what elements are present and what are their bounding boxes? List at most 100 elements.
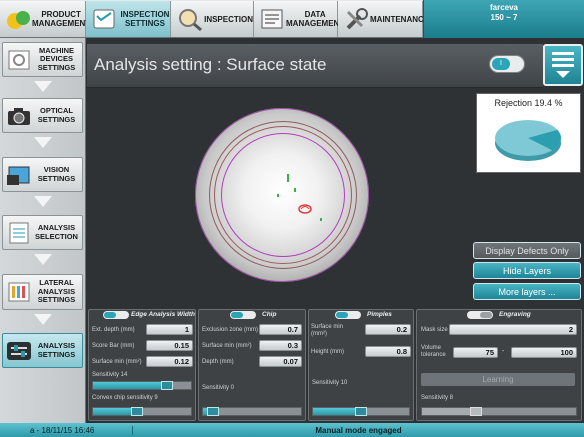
- sidebar-item-label: VISION SETTINGS: [37, 165, 76, 183]
- status-mode: Manual mode engaged: [132, 425, 584, 435]
- engraving-sensitivity-slider[interactable]: [421, 407, 577, 416]
- tab-maintenance[interactable]: MAINTENANCE: [338, 1, 429, 37]
- sensitivity-label: Sensitivity 0: [202, 385, 235, 391]
- product-icon: [4, 5, 32, 33]
- menu-icon: [552, 52, 574, 55]
- chip-toggle[interactable]: [230, 311, 256, 319]
- mask-size-input[interactable]: 2: [449, 324, 577, 335]
- field-label: Ext. depth (mm): [92, 327, 135, 333]
- field-label: Surface min (mm²): [202, 343, 252, 349]
- exclusion-zone-input[interactable]: 0.7: [259, 324, 302, 335]
- sidebar-item-optical[interactable]: OPTICAL SETTINGS: [2, 98, 83, 133]
- chevron-down-icon: [556, 71, 570, 78]
- display-defects-only-button[interactable]: Display Defects Only: [473, 242, 581, 259]
- sidebar-item-label: ANALYSIS SELECTION: [35, 223, 78, 241]
- tab-label: PRODUCT MANAGEMENT: [32, 10, 91, 28]
- panel-title: Chip: [262, 311, 277, 318]
- engraving-panel: Engraving Mask size 2 Volume tolerance 7…: [416, 309, 582, 421]
- tab-data-management[interactable]: DATA MANAGEMENT: [254, 1, 344, 37]
- sidebar: MACHINE DEVICES SETTINGS OPTICAL SETTING…: [0, 38, 86, 423]
- edge-sensitivity-slider[interactable]: [92, 381, 192, 390]
- tab-label: INSPECTION SETTINGS: [120, 10, 170, 28]
- tab-product-management[interactable]: PRODUCT MANAGEMENT: [0, 1, 90, 37]
- sidebar-item-machine-devices[interactable]: MACHINE DEVICES SETTINGS: [2, 42, 83, 77]
- flow-arrow: [34, 314, 52, 325]
- chip-panel: Chip Exclusion zone (mm) 0.7 Surface min…: [198, 309, 306, 421]
- chip-surface-min-input[interactable]: 0.3: [259, 340, 302, 351]
- ext-depth-input[interactable]: 1: [146, 324, 193, 335]
- engraving-toggle[interactable]: [467, 311, 493, 319]
- inspection-icon: [175, 5, 204, 33]
- field-label: Surface min (mm²): [311, 324, 344, 337]
- tab-label: MAINTENANCE: [370, 14, 430, 24]
- learning-button[interactable]: Learning: [421, 373, 575, 386]
- vision-icon: [5, 160, 33, 190]
- sidebar-item-analysis-settings[interactable]: ANALYSIS SETTINGS: [2, 333, 83, 368]
- range-separator: -: [502, 348, 505, 355]
- height-input[interactable]: 0.8: [365, 346, 411, 357]
- sidebar-item-label: ANALYSIS SETTINGS: [37, 341, 76, 359]
- tab-inspection[interactable]: INSPECTION: [171, 1, 254, 37]
- hide-layers-button[interactable]: Hide Layers: [473, 262, 581, 279]
- status-datetime: a - 18/11/15 16:46: [30, 425, 95, 435]
- flow-arrow: [34, 196, 52, 207]
- pimples-surface-min-input[interactable]: 0.2: [365, 324, 411, 335]
- settings-panels: Edge Analysis Width Ext. depth (mm) 1 Sc…: [87, 306, 584, 423]
- machine-icon: [5, 45, 33, 75]
- edge-analysis-panel: Edge Analysis Width Ext. depth (mm) 1 Sc…: [88, 309, 196, 421]
- volume-max-input[interactable]: 100: [511, 347, 577, 358]
- more-layers-button[interactable]: More layers ...: [473, 283, 581, 300]
- menu-button[interactable]: [543, 44, 583, 86]
- rejection-panel: Rejection 19.4 %: [476, 93, 581, 173]
- app-window: PRODUCT MANAGEMENT INSPECTION SETTINGS I…: [0, 0, 584, 437]
- user-info: farceva 150 ~ 7: [423, 0, 584, 38]
- chip-depth-input[interactable]: 0.07: [259, 356, 302, 367]
- pimples-toggle[interactable]: [335, 311, 361, 319]
- flow-arrow: [34, 254, 52, 265]
- sensitivity-label: Sensitivity 8: [421, 395, 454, 401]
- lateral-analysis-icon: [5, 277, 33, 307]
- user-value: 150 ~ 7: [490, 13, 518, 22]
- tab-inspection-settings[interactable]: INSPECTION SETTINGS: [86, 1, 171, 37]
- volume-min-input[interactable]: 75: [453, 347, 498, 358]
- field-label: Score Bar (mm): [92, 343, 135, 349]
- tab-label: INSPECTION: [204, 14, 253, 24]
- sidebar-item-label: OPTICAL SETTINGS: [37, 106, 76, 124]
- score-bar-input[interactable]: 0.15: [146, 340, 193, 351]
- defect-mark: [287, 174, 289, 182]
- defect-highlight-icon: [298, 204, 312, 214]
- rejection-label: Rejection 19.4 %: [494, 98, 563, 108]
- rejection-pie-chart: [495, 120, 561, 161]
- page-header: Analysis setting : Surface state I: [87, 44, 543, 88]
- defect-mark: [320, 218, 322, 221]
- tab-label: DATA MANAGEMENT: [286, 10, 345, 28]
- flow-arrow: [34, 137, 52, 148]
- toggle-knob: I: [492, 58, 510, 70]
- edge-toggle[interactable]: [103, 311, 129, 319]
- panel-title: Engraving: [499, 311, 531, 318]
- camera-icon: [5, 101, 33, 131]
- sidebar-item-analysis-selection[interactable]: ANALYSIS SELECTION: [2, 215, 83, 250]
- surface-min-input[interactable]: 0.12: [146, 356, 193, 367]
- user-name: farceva: [489, 3, 519, 12]
- convex-sensitivity-label: Convex chip sensitivity 9: [92, 395, 158, 401]
- panel-title: Pimples: [367, 311, 392, 318]
- defect-mark: [277, 194, 279, 197]
- sidebar-item-label: LATERAL ANALYSIS SETTINGS: [37, 278, 76, 305]
- sensitivity-label: Sensitivity 14: [92, 372, 128, 378]
- convex-sensitivity-slider[interactable]: [92, 407, 192, 416]
- flow-arrow: [34, 81, 52, 92]
- mask-size-label: Mask size: [421, 327, 448, 333]
- top-navigation: PRODUCT MANAGEMENT INSPECTION SETTINGS I…: [0, 0, 584, 38]
- volume-tolerance-label: Volume tolerance: [421, 345, 446, 358]
- field-label: Surface min (mm²): [92, 359, 142, 365]
- field-label: Depth (mm): [202, 359, 234, 365]
- analysis-ring-inner: [221, 133, 345, 257]
- pimples-sensitivity-slider[interactable]: [312, 407, 410, 416]
- chip-sensitivity-slider[interactable]: [202, 407, 302, 416]
- analysis-toggle[interactable]: I: [489, 55, 525, 73]
- sidebar-item-lateral-analysis[interactable]: LATERAL ANALYSIS SETTINGS: [2, 274, 83, 310]
- field-label: Exclusion zone (mm): [202, 327, 259, 333]
- data-icon: [258, 5, 286, 33]
- sidebar-item-vision[interactable]: VISION SETTINGS: [2, 157, 83, 192]
